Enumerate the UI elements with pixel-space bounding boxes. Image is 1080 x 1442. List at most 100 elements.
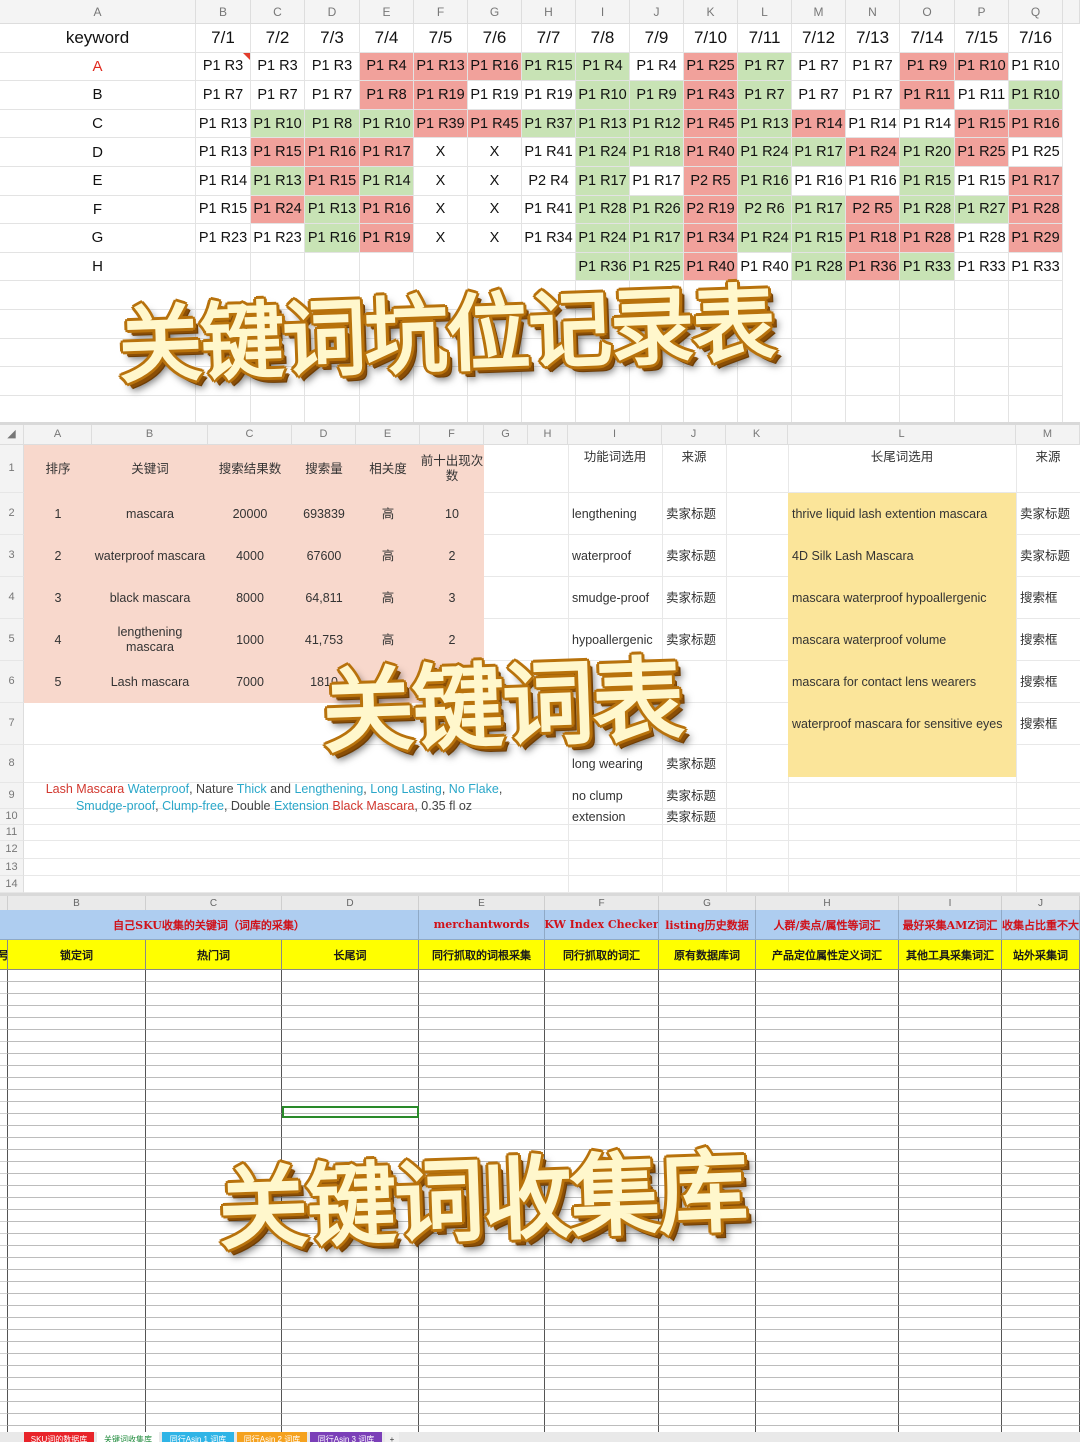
- empty-cell[interactable]: [8, 1006, 146, 1018]
- top10-value[interactable]: 3: [420, 577, 484, 619]
- empty-cell[interactable]: [899, 1318, 1002, 1330]
- rank-cell[interactable]: P1 R9: [630, 81, 684, 110]
- empty-cell[interactable]: [1009, 338, 1063, 368]
- empty-cell[interactable]: [955, 367, 1009, 396]
- rank-cell[interactable]: P1 R33: [900, 252, 955, 282]
- rank-cell[interactable]: X: [414, 224, 468, 253]
- empty-cell[interactable]: [1002, 982, 1080, 994]
- empty-cell[interactable]: [900, 281, 955, 310]
- rank-cell[interactable]: X: [414, 195, 468, 225]
- empty-cell[interactable]: [738, 395, 792, 422]
- rank-cell[interactable]: P1 R17: [792, 138, 846, 167]
- empty-cell[interactable]: [146, 1030, 282, 1042]
- empty-cell[interactable]: [8, 1186, 146, 1198]
- empty-cell[interactable]: [756, 1078, 899, 1090]
- empty-cell[interactable]: [282, 1282, 419, 1294]
- empty-cell[interactable]: [756, 1054, 899, 1066]
- empty-cell[interactable]: [659, 970, 756, 982]
- column-header-M[interactable]: M: [792, 0, 846, 24]
- rank-cell[interactable]: P1 R20: [900, 138, 955, 167]
- empty-cell[interactable]: [756, 1162, 899, 1174]
- empty-cell[interactable]: [545, 1390, 659, 1402]
- empty-cell[interactable]: [419, 1114, 545, 1126]
- rank-cell[interactable]: P1 R13: [305, 195, 360, 225]
- empty-cell[interactable]: [146, 1330, 282, 1342]
- rank-cell[interactable]: X: [468, 167, 522, 196]
- empty-cell[interactable]: [146, 1078, 282, 1090]
- empty-cell[interactable]: [419, 1066, 545, 1078]
- column-header-H[interactable]: H: [522, 0, 576, 24]
- row-header[interactable]: 12: [0, 841, 24, 859]
- empty-cell[interactable]: [659, 1354, 756, 1366]
- empty-cell[interactable]: [756, 1402, 899, 1414]
- empty-cell[interactable]: [899, 1114, 1002, 1126]
- rank-cell[interactable]: P1 R14: [900, 109, 955, 139]
- column-header-L[interactable]: L: [788, 425, 1016, 445]
- empty-cell[interactable]: [756, 1330, 899, 1342]
- rank-cell[interactable]: P1 R16: [305, 138, 360, 167]
- column-header-B[interactable]: B: [196, 0, 251, 24]
- empty-cell[interactable]: [8, 1366, 146, 1378]
- rank-cell[interactable]: P1 R23: [196, 224, 251, 253]
- rank-cell[interactable]: P1 R25: [955, 138, 1009, 167]
- column-header-B[interactable]: B: [8, 896, 146, 910]
- empty-cell[interactable]: [1002, 1294, 1080, 1306]
- empty-cell[interactable]: [545, 1078, 659, 1090]
- empty-cell[interactable]: [899, 970, 1002, 982]
- rank-cell[interactable]: P1 R25: [1009, 138, 1063, 167]
- empty-cell[interactable]: [1002, 1126, 1080, 1138]
- empty-cell[interactable]: [899, 1354, 1002, 1366]
- empty-cell[interactable]: [756, 1294, 899, 1306]
- sheet-tab[interactable]: 同行Asin 3 词库: [310, 1432, 382, 1442]
- empty-cell[interactable]: [146, 1054, 282, 1066]
- empty-cell[interactable]: [419, 970, 545, 982]
- empty-cell[interactable]: [899, 994, 1002, 1006]
- empty-cell[interactable]: [659, 1042, 756, 1054]
- rank-cell[interactable]: P1 R7: [738, 52, 792, 82]
- rank-cell[interactable]: P1 R18: [630, 138, 684, 167]
- rank-cell[interactable]: P1 R15: [251, 138, 305, 167]
- selected-cell[interactable]: [282, 1106, 419, 1118]
- empty-cell[interactable]: [659, 1066, 756, 1078]
- results-value[interactable]: 1000: [208, 619, 292, 661]
- column-header-I[interactable]: I: [576, 0, 630, 24]
- rank-cell[interactable]: P1 R16: [468, 52, 522, 82]
- column-header-E[interactable]: E: [360, 0, 414, 24]
- empty-cell[interactable]: [282, 1342, 419, 1354]
- empty-cell[interactable]: [8, 1090, 146, 1102]
- empty-cell[interactable]: [545, 1354, 659, 1366]
- empty-cell[interactable]: [419, 1354, 545, 1366]
- volume-value[interactable]: 67600: [292, 535, 356, 577]
- empty-cell[interactable]: [1002, 1174, 1080, 1186]
- func-source[interactable]: 卖家标题: [662, 783, 726, 809]
- empty-cell[interactable]: [8, 1270, 146, 1282]
- empty-cell[interactable]: [1002, 1066, 1080, 1078]
- rank-cell[interactable]: P1 R8: [305, 109, 360, 139]
- rank-cell[interactable]: P1 R17: [630, 167, 684, 196]
- empty-cell[interactable]: [899, 1006, 1002, 1018]
- empty-cell[interactable]: [1002, 1018, 1080, 1030]
- row-header[interactable]: 7: [0, 703, 24, 745]
- empty-cell[interactable]: [419, 1414, 545, 1426]
- empty-cell[interactable]: [955, 281, 1009, 310]
- empty-cell[interactable]: [545, 1066, 659, 1078]
- sheet-tab[interactable]: 同行Asin 1 词库: [162, 1432, 234, 1442]
- empty-cell[interactable]: [1002, 1330, 1080, 1342]
- rank-cell[interactable]: P1 R10: [1009, 52, 1063, 82]
- empty-cell[interactable]: [146, 1066, 282, 1078]
- empty-cell[interactable]: [282, 1090, 419, 1102]
- empty-cell[interactable]: [659, 1078, 756, 1090]
- empty-cell[interactable]: [146, 1042, 282, 1054]
- rank-cell[interactable]: P1 R16: [738, 167, 792, 196]
- empty-cell[interactable]: [1002, 1006, 1080, 1018]
- empty-cell[interactable]: [900, 367, 955, 396]
- relevance-value[interactable]: 高: [356, 493, 420, 535]
- empty-cell[interactable]: [360, 395, 414, 422]
- empty-cell[interactable]: [1002, 1234, 1080, 1246]
- column-header-M[interactable]: M: [1016, 425, 1080, 445]
- rank-cell[interactable]: P1 R24: [846, 138, 900, 167]
- empty-cell[interactable]: [8, 1246, 146, 1258]
- empty-cell[interactable]: [8, 1114, 146, 1126]
- empty-cell[interactable]: [659, 1306, 756, 1318]
- rank-cell[interactable]: P1 R19: [414, 81, 468, 110]
